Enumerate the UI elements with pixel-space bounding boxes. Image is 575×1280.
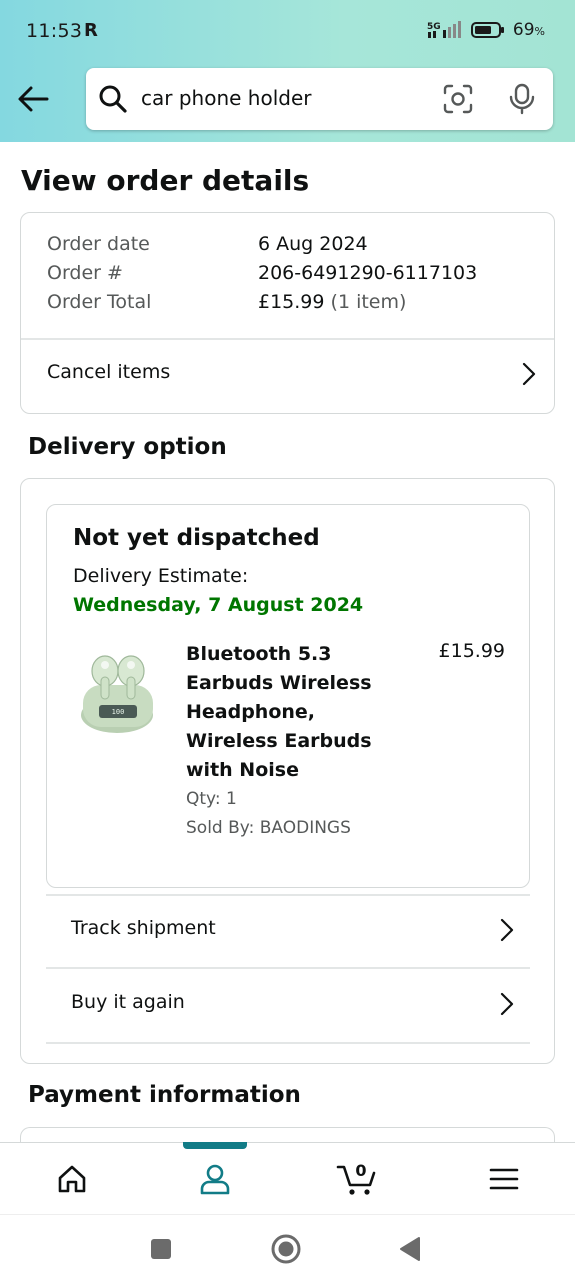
- order-number-value: 206-6491290-6117103: [258, 262, 478, 284]
- circle-home-icon: [271, 1234, 301, 1264]
- search-bar[interactable]: car phone holder: [86, 68, 553, 130]
- battery-icon: [470, 22, 504, 38]
- svg-text:5G: 5G: [427, 22, 441, 32]
- top-bar: 11:53 R 5G 69% car phone holder: [0, 0, 575, 142]
- payment-section-title: Payment information: [28, 1082, 301, 1108]
- bottom-nav: 0: [0, 1142, 575, 1214]
- product-name-link[interactable]: Bluetooth 5.3 Earbuds Wireless Headphone…: [186, 640, 386, 785]
- battery-percent: 69%: [512, 20, 545, 40]
- product-quantity: Qty: 1: [186, 789, 237, 809]
- status-bar: 11:53 R 5G 69%: [0, 0, 575, 66]
- search-icon: [99, 85, 127, 113]
- order-details-content[interactable]: View order details Order date 6 Aug 2024…: [0, 142, 575, 1142]
- track-shipment-label: Track shipment: [71, 917, 216, 939]
- order-summary-card: Order date 6 Aug 2024 Order # 206-649129…: [20, 212, 555, 414]
- order-date-value: 6 Aug 2024: [258, 233, 368, 255]
- home-system-button[interactable]: [266, 1229, 306, 1269]
- shipment-card: Not yet dispatched Delivery Estimate: We…: [46, 504, 530, 888]
- status-time: 11:53: [26, 20, 83, 42]
- back-arrow-icon: [18, 86, 49, 112]
- chevron-right-icon: [500, 918, 514, 942]
- system-nav-bar: [0, 1214, 575, 1280]
- divider: [46, 1042, 530, 1044]
- delivery-card: Not yet dispatched Delivery Estimate: We…: [20, 478, 555, 1064]
- chevron-right-icon: [522, 362, 536, 386]
- buy-it-again-button[interactable]: Buy it again: [46, 969, 530, 1043]
- order-number-label: Order #: [47, 262, 123, 284]
- chevron-right-icon: [500, 992, 514, 1016]
- delivery-section-title: Delivery option: [28, 434, 227, 460]
- order-date-label: Order date: [47, 233, 150, 255]
- shipment-status: Not yet dispatched: [73, 525, 320, 551]
- nav-account[interactable]: [143, 1143, 286, 1215]
- account-icon: [200, 1164, 229, 1195]
- status-right: 5G 69%: [427, 20, 545, 40]
- recents-button[interactable]: [141, 1229, 181, 1269]
- home-icon: [58, 1165, 85, 1193]
- back-button[interactable]: [14, 80, 52, 118]
- hamburger-menu-icon: [489, 1168, 518, 1190]
- nav-home[interactable]: [0, 1143, 143, 1215]
- r-icon: R: [84, 20, 98, 41]
- product-price: £15.99: [438, 640, 505, 662]
- camera-scan-icon[interactable]: [443, 84, 473, 114]
- search-input[interactable]: car phone holder: [141, 86, 311, 110]
- cart-count: 0: [355, 1161, 366, 1180]
- square-recents-icon: [151, 1239, 171, 1259]
- nav-cart[interactable]: 0: [286, 1143, 429, 1215]
- signal-icon: 5G: [427, 21, 461, 38]
- microphone-icon[interactable]: [509, 83, 535, 115]
- product-seller: Sold By: BAODINGS: [186, 818, 351, 838]
- order-total-label: Order Total: [47, 291, 152, 313]
- product-image[interactable]: 100: [79, 639, 159, 735]
- svg-text:100: 100: [112, 708, 125, 716]
- triangle-back-icon: [400, 1237, 420, 1261]
- buy-it-again-label: Buy it again: [71, 991, 185, 1013]
- back-system-button[interactable]: [390, 1229, 430, 1269]
- delivery-estimate-date: Wednesday, 7 August 2024: [73, 594, 364, 616]
- cart-icon: 0: [336, 1161, 375, 1195]
- order-total-value: £15.99 (1 item): [258, 291, 407, 313]
- track-shipment-button[interactable]: Track shipment: [46, 895, 530, 969]
- page-title: View order details: [21, 164, 310, 197]
- payment-card: [20, 1127, 555, 1142]
- cancel-items-label: Cancel items: [47, 361, 171, 383]
- delivery-estimate-label: Delivery Estimate:: [73, 565, 249, 587]
- cancel-items-button[interactable]: Cancel items: [21, 339, 554, 409]
- nav-menu[interactable]: [432, 1143, 575, 1215]
